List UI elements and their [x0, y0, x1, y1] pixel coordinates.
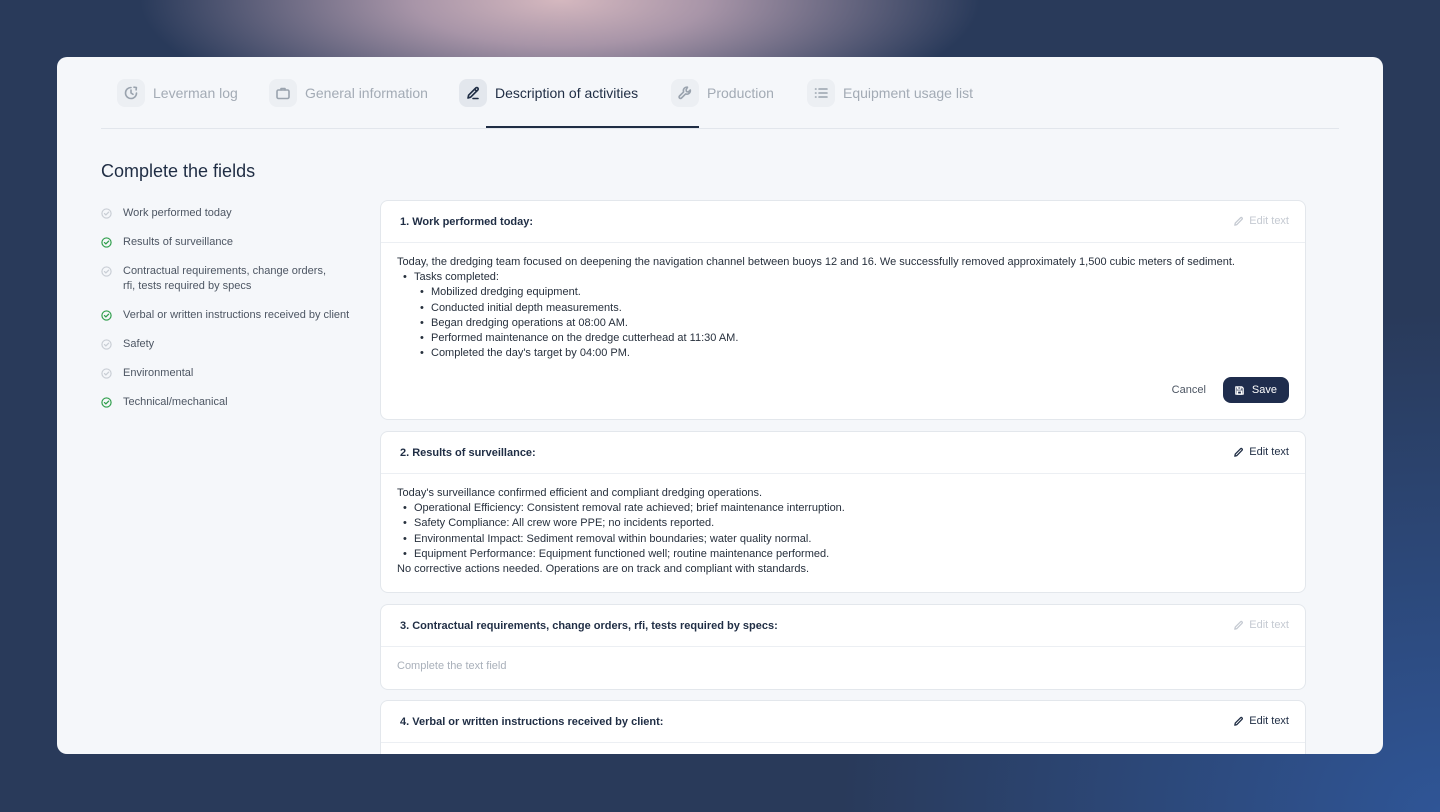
- edit-text-button[interactable]: Edit text: [1233, 446, 1289, 458]
- completed-check-icon: [101, 397, 112, 408]
- section-title: 4. Verbal or written instructions receiv…: [400, 716, 664, 728]
- edit-text-button[interactable]: Edit text: [1233, 715, 1289, 727]
- edit-text-button[interactable]: Edit text: [1233, 215, 1289, 227]
- bullet-list: Tasks completed: Mobilized dredging equi…: [397, 270, 1289, 361]
- checklist-label: Work performed today: [123, 207, 232, 219]
- list-item: Performed maintenance on the dredge cutt…: [414, 331, 1289, 346]
- tab-general-information[interactable]: General information: [269, 57, 428, 128]
- section-text: Today's surveillance confirmed efficient…: [381, 474, 1305, 589]
- paragraph: Today, the dredging team focused on deep…: [397, 256, 1235, 268]
- list-item-text: Tasks completed:: [414, 271, 499, 284]
- save-label: Save: [1251, 384, 1277, 396]
- section-results-of-surveillance: 2. Results of surveillance: Edit text To…: [380, 431, 1306, 593]
- checklist-label: Safety: [123, 338, 155, 350]
- briefcase-icon: [269, 78, 297, 107]
- checklist-label: Environmental: [123, 367, 194, 379]
- tab-leverman-log[interactable]: Leverman log: [117, 57, 238, 128]
- section-header: 4. Verbal or written instructions receiv…: [381, 701, 1305, 743]
- list-item: Conducted initial depth measurements.: [414, 301, 1289, 316]
- checklist-item-environmental[interactable]: Environmental: [101, 366, 193, 381]
- pending-check-icon: [101, 208, 112, 219]
- section-text-field[interactable]: Complete the text field: [381, 647, 1305, 686]
- pencil-icon: [1234, 716, 1244, 726]
- edit-text-label: Edit text: [1249, 215, 1289, 227]
- section-header: 2. Results of surveillance: Edit text: [381, 432, 1305, 474]
- tab-label: General information: [305, 84, 428, 101]
- edit-text-button[interactable]: Edit text: [1233, 619, 1289, 631]
- checklist-item-contractual-requirements[interactable]: Contractual requirements, change orders,…: [101, 264, 331, 294]
- section-verbal-instructions: 4. Verbal or written instructions receiv…: [380, 700, 1306, 754]
- section-contractual-requirements: 3. Contractual requirements, change orde…: [380, 604, 1306, 690]
- checklist-item-verbal-instructions[interactable]: Verbal or written instructions received …: [101, 308, 349, 323]
- edit-text-label: Edit text: [1249, 446, 1289, 458]
- report-card: Leverman log General information Descrip…: [57, 57, 1383, 754]
- list-item: Safety Compliance: All crew wore PPE; no…: [397, 516, 1289, 531]
- checklist-label: Results of surveillance: [123, 236, 234, 248]
- edit-text-label: Edit text: [1249, 715, 1289, 727]
- paragraph: No corrective actions needed. Operations…: [397, 563, 810, 576]
- pencil-icon: [1234, 620, 1244, 630]
- checklist-label: Verbal or written instructions received …: [123, 309, 350, 321]
- pending-check-icon: [101, 266, 112, 277]
- section-text-editor[interactable]: Today, the dredging team focused on deep…: [381, 243, 1305, 373]
- bullet-list: Operational Efficiency: Consistent remov…: [397, 501, 1289, 562]
- completed-check-icon: [101, 310, 112, 321]
- tab-equipment-usage-list[interactable]: Equipment usage list: [807, 57, 973, 128]
- edit-text-label: Edit text: [1249, 619, 1289, 631]
- pending-check-icon: [101, 339, 112, 350]
- tab-label: Leverman log: [153, 84, 238, 101]
- tab-label: Equipment usage list: [843, 84, 973, 101]
- pending-check-icon: [101, 368, 112, 379]
- section-work-performed: 1. Work performed today: Edit text Today…: [380, 200, 1306, 420]
- list-item: Environmental Impact: Sediment removal w…: [397, 532, 1289, 547]
- checklist-item-work-performed[interactable]: Work performed today: [101, 206, 232, 221]
- placeholder-text: Complete the text field: [397, 660, 507, 672]
- active-tab-indicator: [486, 126, 699, 128]
- checklist-item-safety[interactable]: Safety: [101, 337, 154, 352]
- list-item: Completed the day's target by 04:00 PM.: [414, 346, 1289, 361]
- editor-actions: Cancel Save: [1172, 377, 1289, 403]
- tab-production[interactable]: Production: [671, 57, 774, 128]
- checklist-item-technical-mechanical[interactable]: Technical/mechanical: [101, 395, 228, 410]
- floppy-disk-icon: [1235, 385, 1244, 395]
- tab-label: Production: [707, 84, 774, 101]
- pencil-icon: [1234, 216, 1244, 226]
- tab-description-of-activities[interactable]: Description of activities: [459, 57, 638, 128]
- list-item: Mobilized dredging equipment.: [414, 285, 1289, 300]
- clock-icon: [117, 78, 145, 107]
- cancel-button[interactable]: Cancel: [1172, 384, 1206, 396]
- list-item: Operational Efficiency: Consistent remov…: [397, 501, 1289, 516]
- task-list: Mobilized dredging equipment. Conducted …: [414, 285, 1289, 361]
- list-icon: [807, 78, 835, 107]
- list-item: Tasks completed: Mobilized dredging equi…: [397, 270, 1289, 361]
- checklist-item-results-of-surveillance[interactable]: Results of surveillance: [101, 235, 233, 250]
- paragraph: Today's surveillance confirmed efficient…: [397, 487, 763, 499]
- section-header: 3. Contractual requirements, change orde…: [381, 605, 1305, 647]
- pen-icon: [459, 78, 487, 107]
- save-button[interactable]: Save: [1222, 377, 1289, 403]
- pencil-icon: [1234, 447, 1244, 457]
- completed-check-icon: [101, 237, 112, 248]
- section-title: 3. Contractual requirements, change orde…: [400, 620, 778, 632]
- list-item: Began dredging operations at 08:00 AM.: [414, 316, 1289, 331]
- checklist-label: Technical/mechanical: [123, 396, 228, 408]
- section-title: 2. Results of surveillance:: [400, 447, 536, 459]
- tab-label: Description of activities: [495, 84, 639, 101]
- tab-bar: Leverman log General information Descrip…: [101, 57, 1339, 129]
- page-title: Complete the fields: [101, 161, 256, 181]
- list-item: Equipment Performance: Equipment functio…: [397, 547, 1289, 562]
- wrench-icon: [671, 78, 699, 107]
- section-header: 1. Work performed today: Edit text: [381, 201, 1305, 243]
- section-title: 1. Work performed today:: [400, 216, 534, 228]
- checklist-label: Contractual requirements, change orders,…: [123, 265, 326, 292]
